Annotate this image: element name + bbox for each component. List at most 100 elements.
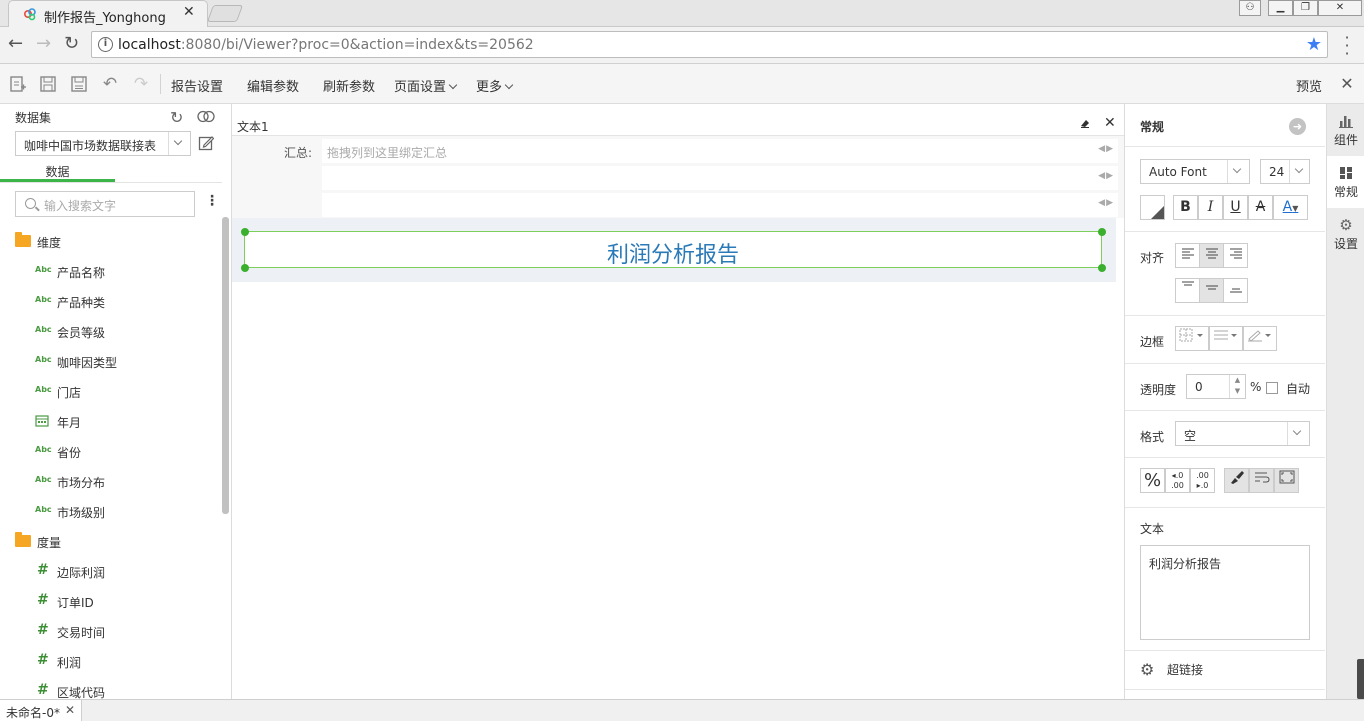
folder-measures[interactable]: 度量 <box>0 526 222 556</box>
field-item[interactable]: Abc 咖啡因类型 <box>0 346 222 376</box>
minimize-icon[interactable]: ▁ <box>1268 0 1293 16</box>
field-item[interactable]: # 交易时间 <box>0 616 222 646</box>
tab-settings[interactable]: ⚙ 设置 <box>1327 208 1364 260</box>
refresh-params-button[interactable]: 刷新参数 <box>323 76 375 95</box>
chevron-down-icon <box>504 80 514 90</box>
valign-bottom-button[interactable] <box>1223 278 1248 303</box>
edit-dataset-icon[interactable] <box>198 135 215 154</box>
report-settings-button[interactable]: 报告设置 <box>171 76 223 95</box>
save-as-icon[interactable] <box>70 75 88 93</box>
field-item[interactable]: Abc 会员等级 <box>0 316 222 346</box>
folder-dimensions[interactable]: 维度 <box>0 226 222 256</box>
reload-icon[interactable]: ↻ <box>64 35 79 53</box>
auto-checkbox[interactable] <box>1266 382 1278 394</box>
window-close-icon[interactable]: ✕ <box>1318 0 1362 16</box>
opacity-input[interactable]: 0 ▲ ▼ <box>1186 374 1246 399</box>
restore-icon[interactable]: ❐ <box>1293 0 1318 16</box>
format-brush-icon[interactable] <box>1224 468 1249 493</box>
underline-button[interactable]: U <box>1223 195 1248 220</box>
close-editor-icon[interactable]: ✕ <box>1338 75 1356 93</box>
back-arrow-icon[interactable]: ← <box>8 35 23 53</box>
dataset-link-icon[interactable] <box>197 110 215 126</box>
undo-icon[interactable]: ↶ <box>101 75 119 93</box>
arrow-right-icon[interactable]: ➜ <box>1289 118 1306 135</box>
summary-drop-zone[interactable]: 拖拽列到这里绑定汇总 ◀▶ <box>322 139 1118 163</box>
field-item[interactable]: Abc 市场分布 <box>0 466 222 496</box>
format-select[interactable]: 空 <box>1175 421 1310 446</box>
italic-button[interactable]: I <box>1198 195 1223 220</box>
bold-button[interactable]: B <box>1173 195 1198 220</box>
scrollbar[interactable] <box>222 217 229 514</box>
field-item[interactable]: Abc 产品名称 <box>0 256 222 286</box>
field-item[interactable]: Abc 省份 <box>0 436 222 466</box>
valign-top-button[interactable] <box>1175 278 1200 303</box>
report-tab[interactable]: 未命名-0* ✕ <box>0 700 82 721</box>
save-icon[interactable] <box>39 75 57 93</box>
text-content-textarea[interactable]: 利润分析报告 <box>1140 545 1310 640</box>
align-left-button[interactable] <box>1175 243 1200 268</box>
scrollbar-handle[interactable] <box>1357 659 1364 699</box>
align-right-button[interactable] <box>1223 243 1248 268</box>
arrows-icon[interactable]: ◀▶ <box>1098 171 1114 181</box>
page-settings-menu[interactable]: 页面设置 <box>394 76 458 95</box>
font-color-button[interactable]: A▼ <box>1273 195 1308 220</box>
drop-zone[interactable]: ◀▶ <box>322 166 1118 190</box>
border-style-button[interactable] <box>1175 326 1209 351</box>
stepper-icon[interactable]: ▲ ▼ <box>1229 375 1245 398</box>
text-component[interactable]: 利润分析报告 <box>244 231 1102 268</box>
new-report-icon[interactable] <box>9 75 27 93</box>
info-icon[interactable]: i <box>98 37 113 52</box>
bookmark-star-icon[interactable]: ★ <box>1306 34 1322 55</box>
tab-data[interactable]: 数据 <box>0 160 115 182</box>
arrows-icon[interactable]: ◀▶ <box>1098 198 1114 208</box>
divider <box>1125 315 1325 316</box>
refresh-icon[interactable]: ↻ <box>170 108 183 127</box>
drop-zone[interactable]: ◀▶ <box>322 193 1118 217</box>
new-tab-button[interactable] <box>206 5 244 22</box>
font-size-select[interactable]: 24 <box>1260 159 1310 184</box>
resize-handle[interactable] <box>241 228 249 236</box>
field-item[interactable]: Abc 市场级别 <box>0 496 222 526</box>
percent-format-button[interactable]: % <box>1140 468 1165 493</box>
field-item[interactable]: Abc 产品种类 <box>0 286 222 316</box>
preview-button[interactable]: 预览 <box>1296 76 1322 95</box>
user-profile-icon[interactable]: ⚇ <box>1239 0 1261 16</box>
valign-middle-button[interactable] <box>1199 278 1224 303</box>
fit-frame-icon[interactable] <box>1274 468 1299 493</box>
search-input[interactable]: 输入搜索文字 <box>15 191 195 217</box>
field-item[interactable]: # 边际利润 <box>0 556 222 586</box>
field-item[interactable]: # 利润 <box>0 646 222 676</box>
browser-menu-icon[interactable]: · · · <box>1343 30 1351 62</box>
arrows-icon[interactable]: ◀▶ <box>1098 144 1114 154</box>
eraser-icon[interactable] <box>1079 117 1091 132</box>
field-item[interactable]: Abc 门店 <box>0 376 222 406</box>
dataset-select[interactable]: 咖啡中国市场数据联接表 <box>15 131 191 156</box>
resize-handle[interactable] <box>241 264 249 272</box>
redo-icon[interactable]: ↷ <box>132 75 150 93</box>
list-menu-icon[interactable]: ⋮ <box>205 194 219 208</box>
more-menu[interactable]: 更多 <box>476 76 514 95</box>
field-item[interactable]: 年月 <box>0 406 222 436</box>
decrease-decimal-icon[interactable]: ◂.0.00 <box>1165 468 1190 493</box>
border-line-button[interactable] <box>1209 326 1243 351</box>
url-input[interactable]: i localhost:8080/bi/Viewer?proc=0&action… <box>91 31 1328 58</box>
resize-handle[interactable] <box>1098 264 1106 272</box>
browser-tab[interactable]: 制作报告_Yonghong ✕ <box>8 0 208 27</box>
field-item[interactable]: # 订单ID <box>0 586 222 616</box>
font-select[interactable]: Auto Font <box>1140 159 1250 184</box>
tab-general[interactable]: 常规 <box>1327 156 1364 208</box>
align-center-button[interactable] <box>1199 243 1224 268</box>
close-icon[interactable]: ✕ <box>1104 115 1116 131</box>
wrap-text-icon[interactable] <box>1249 468 1274 493</box>
edit-params-button[interactable]: 编辑参数 <box>247 76 299 95</box>
strikethrough-button[interactable]: A <box>1248 195 1273 220</box>
close-tab-icon[interactable]: ✕ <box>183 4 195 20</box>
border-color-button[interactable] <box>1243 326 1277 351</box>
hyperlink-button[interactable]: 超链接 <box>1167 661 1203 678</box>
close-icon[interactable]: ✕ <box>65 703 75 717</box>
forward-arrow-icon[interactable]: → <box>36 35 51 53</box>
tab-components[interactable]: 组件 <box>1327 104 1364 156</box>
increase-decimal-icon[interactable]: .00 ▸.0 <box>1190 468 1215 493</box>
fill-color-button[interactable] <box>1140 195 1165 220</box>
resize-handle[interactable] <box>1098 228 1106 236</box>
